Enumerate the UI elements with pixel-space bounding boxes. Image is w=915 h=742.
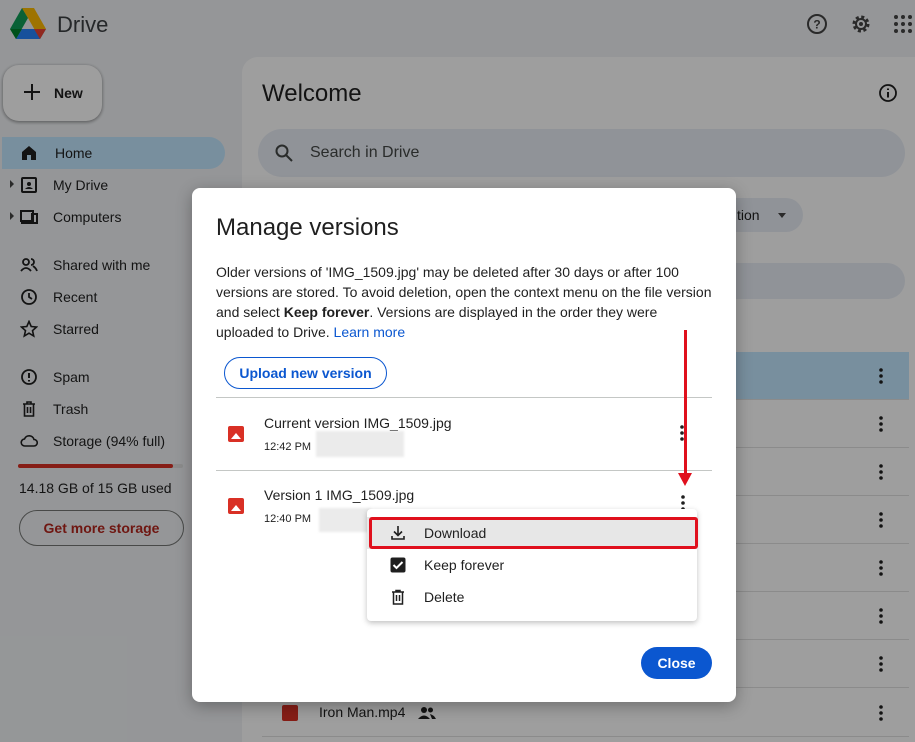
- dialog-title: Manage versions: [216, 214, 399, 241]
- version-name: Version 1 IMG_1509.jpg: [264, 487, 415, 503]
- upload-new-version-button[interactable]: Upload new version: [224, 357, 387, 389]
- image-file-icon: [228, 498, 244, 514]
- menu-item-label: Keep forever: [424, 557, 505, 573]
- checkbox-icon: [390, 557, 406, 573]
- menu-item-label: Delete: [424, 589, 465, 605]
- menu-item-keep-forever[interactable]: Keep forever: [367, 549, 697, 581]
- learn-more-link[interactable]: Learn more: [334, 324, 406, 340]
- close-button[interactable]: Close: [641, 647, 712, 679]
- highlight-box: [369, 517, 698, 549]
- annotation-arrow-head: [678, 473, 692, 486]
- version-time: 12:40 PM: [264, 513, 312, 525]
- keep-forever-emphasis: Keep forever: [283, 304, 370, 320]
- menu-item-delete[interactable]: Delete: [367, 581, 697, 613]
- divider: [216, 470, 712, 471]
- dialog-description: Older versions of 'IMG_1509.jpg' may be …: [216, 262, 716, 342]
- version-name: Current version IMG_1509.jpg: [264, 415, 452, 431]
- manage-versions-dialog: Manage versions Older versions of 'IMG_1…: [192, 188, 736, 702]
- version-time: 12:42 PM: [264, 441, 312, 453]
- image-file-icon: [228, 426, 244, 442]
- blurred-uploader: [316, 431, 404, 457]
- blurred-uploader: [319, 508, 371, 532]
- trash-icon: [392, 589, 404, 605]
- divider: [216, 397, 712, 398]
- annotation-arrow: [684, 330, 687, 476]
